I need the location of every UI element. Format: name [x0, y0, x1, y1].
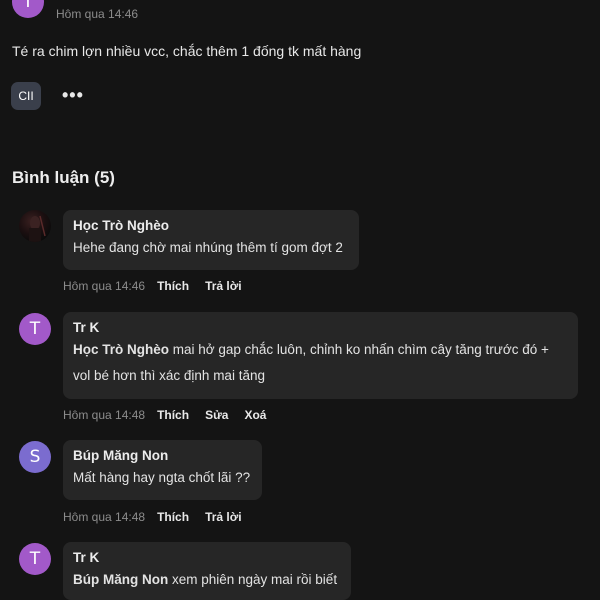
comment-meta: Hôm qua 14:46 Thích Trả lời: [63, 279, 258, 293]
edit-button[interactable]: Sửa: [205, 408, 228, 422]
post-timestamp: Hôm qua 14:46: [56, 7, 139, 21]
comments-section-title: Bình luận (5): [12, 168, 115, 187]
avatar-initial: T: [29, 549, 41, 569]
post-content: Té ra chim lợn nhiều vcc, chắc thêm 1 đố…: [12, 43, 362, 59]
mention-link[interactable]: Búp Măng Non: [73, 572, 168, 587]
comment-author[interactable]: Búp Măng Non: [73, 447, 252, 465]
comment-text: Mất hàng hay ngta chốt lãi ??: [73, 470, 251, 485]
comment-bubble: Học Trò Nghèo Hehe đang chờ mai nhúng th…: [63, 210, 359, 270]
stock-tag-button[interactable]: CII: [11, 82, 41, 110]
profile-photo-icon: [29, 215, 46, 242]
more-options-icon[interactable]: •••: [62, 85, 84, 106]
commenter-avatar[interactable]: S: [19, 441, 51, 473]
comment-author[interactable]: Tr K: [73, 319, 568, 337]
commenter-avatar[interactable]: T: [19, 313, 51, 345]
comment-text: Học Trò Nghèo mai hở gap chắc luôn, chỉn…: [73, 337, 568, 363]
comment-meta: Hôm qua 14:48 Thích Trả lời: [63, 510, 258, 524]
reply-button[interactable]: Trả lời: [205, 279, 242, 293]
avatar-initial: T: [22, 0, 34, 12]
commenter-avatar[interactable]: [19, 210, 51, 242]
comment-text: Hehe đang chờ mai nhúng thêm tí gom đợt …: [73, 240, 343, 255]
comment-text-part: mai hở gap chắc luôn, chỉnh ko nhấn chìm…: [169, 342, 549, 357]
like-button[interactable]: Thích: [157, 279, 189, 293]
comment-time: Hôm qua 14:46: [63, 279, 146, 293]
comment-bubble: Búp Măng Non Mất hàng hay ngta chốt lãi …: [63, 440, 262, 500]
comment-author[interactable]: Tr K: [73, 549, 341, 567]
delete-button[interactable]: Xoá: [244, 408, 266, 422]
avatar-initial: T: [29, 319, 41, 339]
mention-link[interactable]: Học Trò Nghèo: [73, 342, 169, 357]
like-button[interactable]: Thích: [157, 510, 189, 524]
comment-text: Búp Măng Non xem phiên ngày mai rồi biết: [73, 567, 341, 593]
comment-text-part: xem phiên ngày mai rồi biết: [168, 572, 338, 587]
commenter-avatar[interactable]: T: [19, 543, 51, 575]
comment-bubble: Tr K Búp Măng Non xem phiên ngày mai rồi…: [63, 542, 351, 600]
comment-text-line2: vol bé hơn thì xác định mai tăng: [73, 368, 265, 383]
stock-tag-label: CII: [18, 89, 34, 103]
comment-author[interactable]: Học Trò Nghèo: [73, 217, 349, 235]
post-author-avatar[interactable]: T: [12, 0, 44, 18]
like-button[interactable]: Thích: [157, 408, 189, 422]
comment-time: Hôm qua 14:48: [63, 510, 146, 524]
avatar-initial: S: [29, 447, 41, 467]
comment-bubble: Tr K Học Trò Nghèo mai hở gap chắc luôn,…: [63, 312, 578, 399]
comment-time: Hôm qua 14:48: [63, 408, 146, 422]
comment-meta: Hôm qua 14:48 Thích Sửa Xoá: [63, 408, 282, 422]
reply-button[interactable]: Trả lời: [205, 510, 242, 524]
